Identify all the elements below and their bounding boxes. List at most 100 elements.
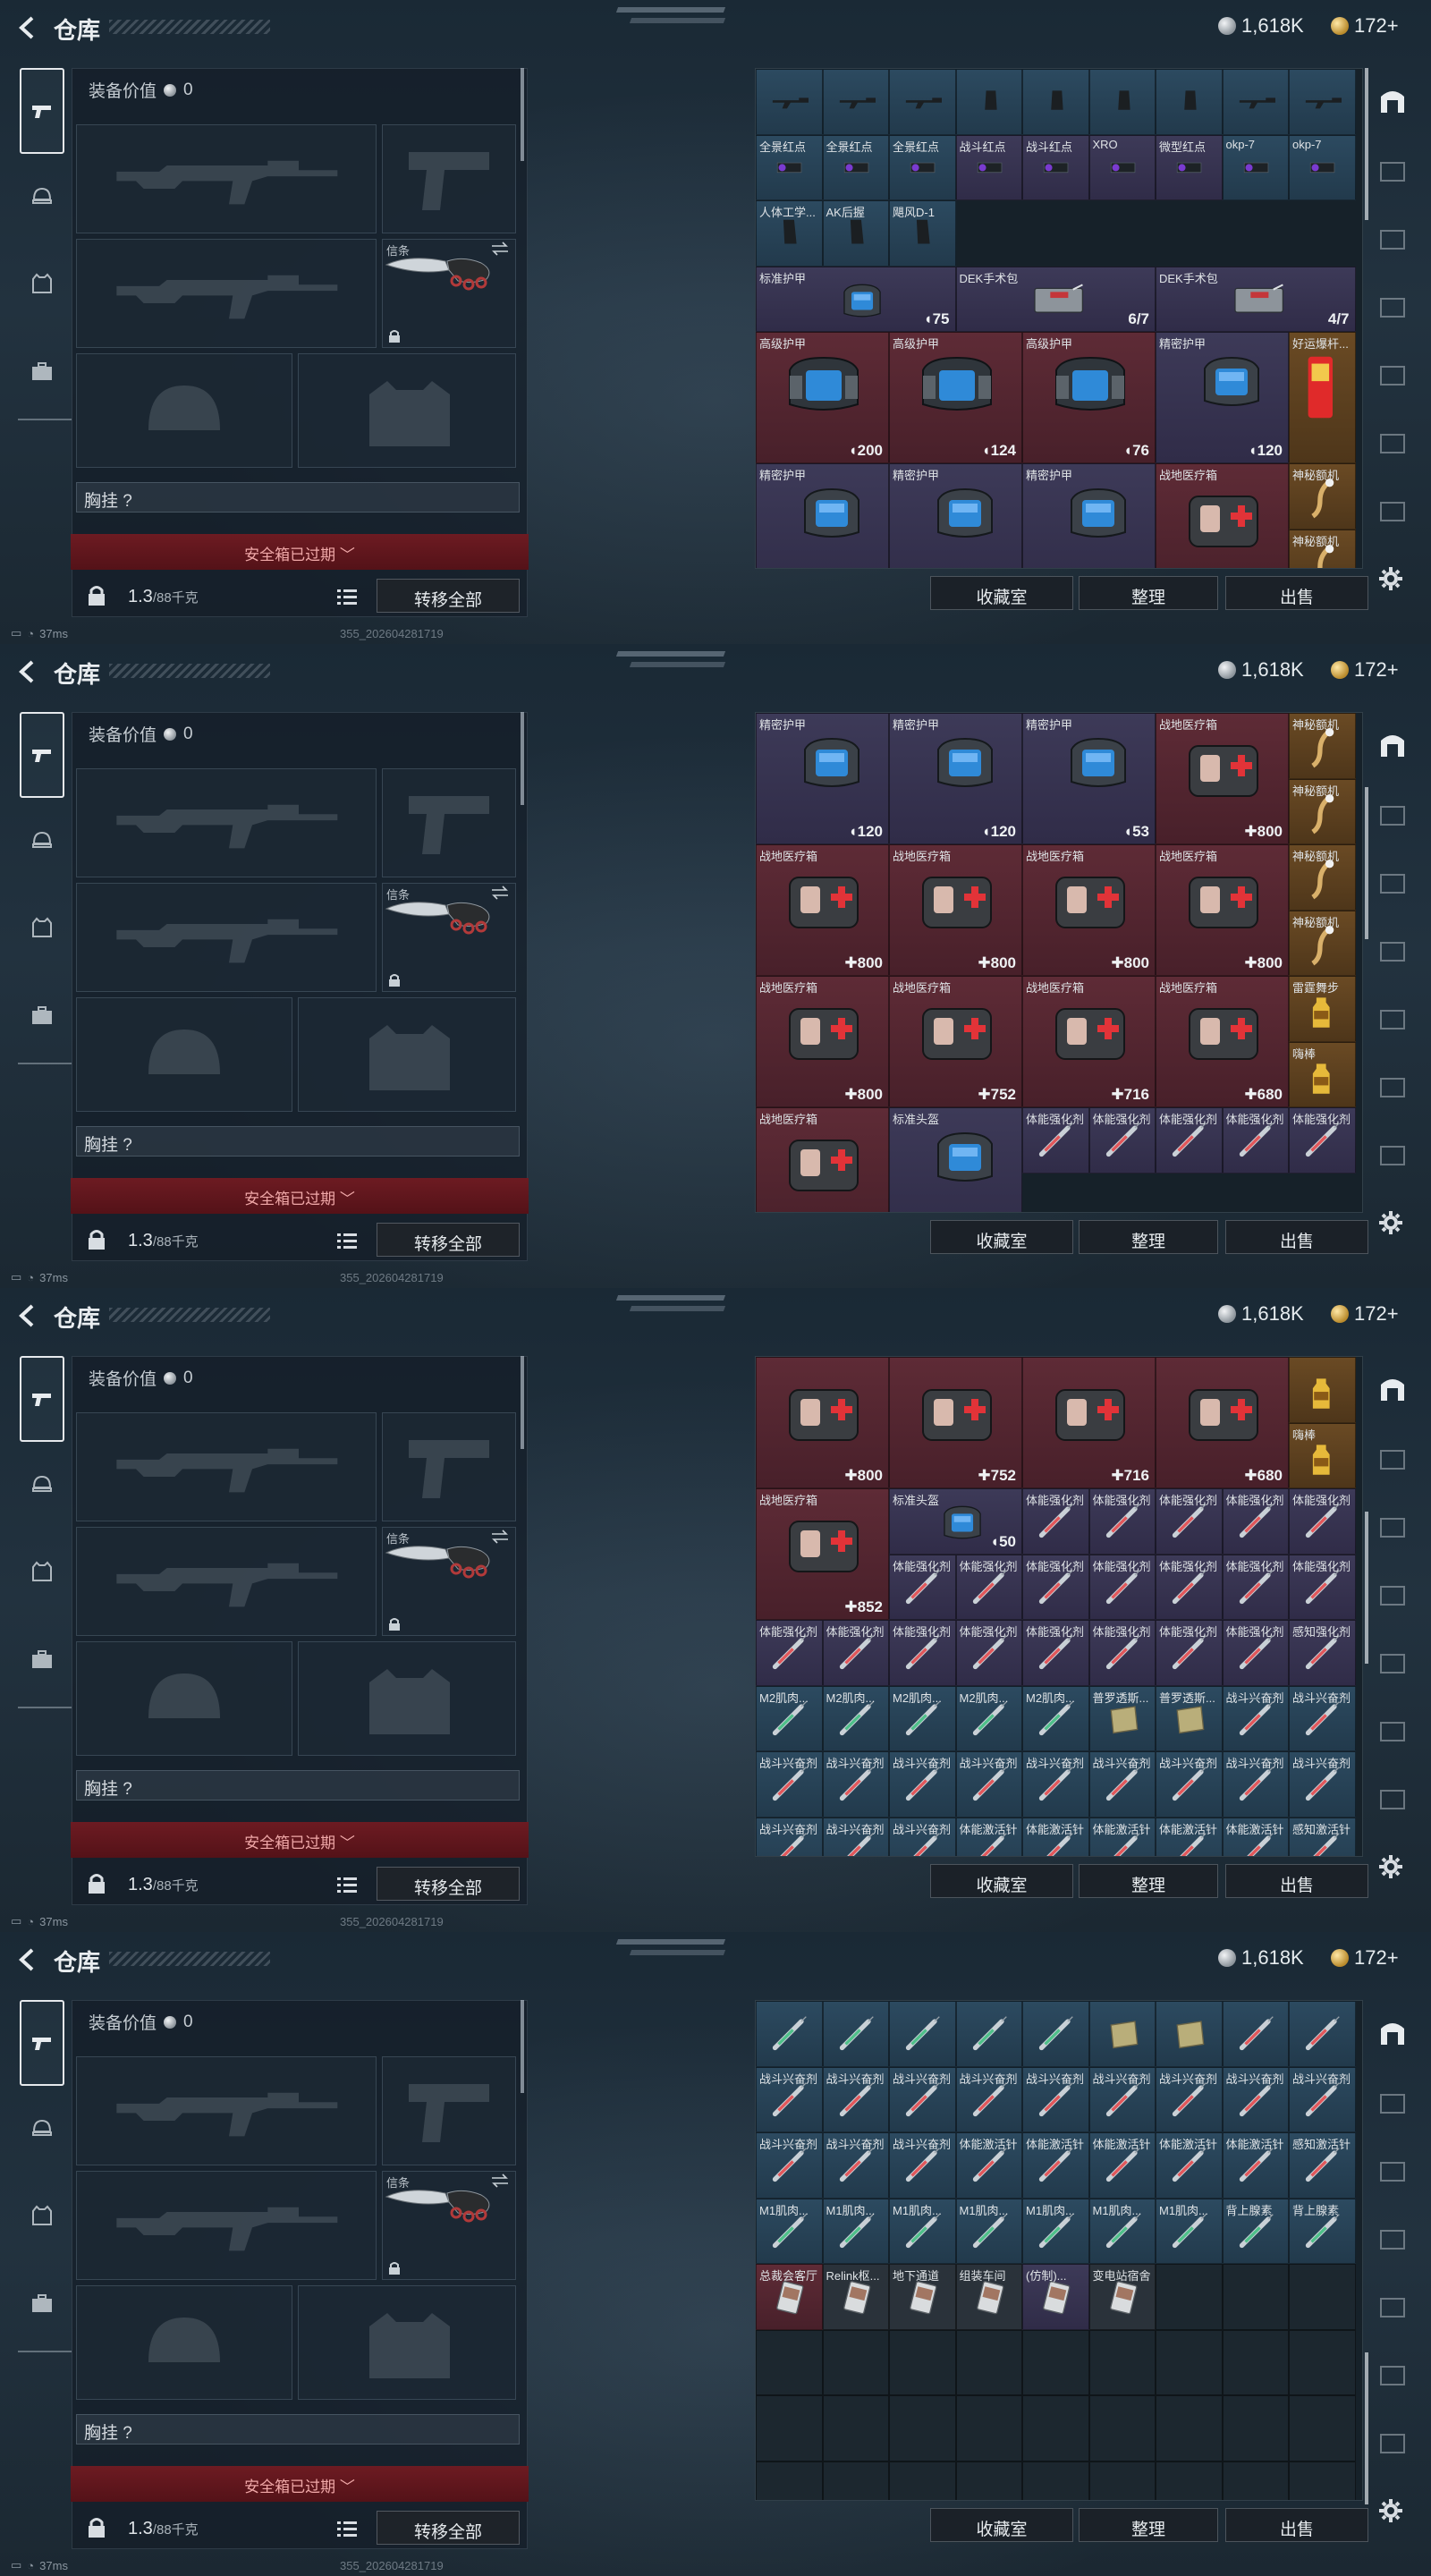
inventory-scrollbar[interactable] — [1365, 787, 1368, 939]
collection-button[interactable]: 收藏室 — [930, 576, 1073, 610]
inventory-item[interactable]: M1肌肉... — [822, 2198, 889, 2264]
primary-weapon-slot[interactable] — [76, 768, 377, 877]
empty-cell[interactable] — [1289, 2461, 1356, 2500]
crate-icon[interactable] — [1377, 1648, 1408, 1678]
empty-cell[interactable] — [889, 2461, 956, 2500]
crate-icon[interactable] — [1377, 868, 1408, 898]
inventory-item[interactable]: 神秘额机 — [1289, 713, 1356, 779]
inventory-item[interactable]: 微型红点 — [1156, 134, 1223, 200]
settings-gear-icon[interactable] — [1377, 565, 1404, 592]
list-icon[interactable] — [337, 2520, 357, 2538]
inventory-item[interactable]: 战斗兴奋剂 — [1088, 2066, 1156, 2132]
inventory-item[interactable]: 战斗兴奋剂 — [822, 1817, 889, 1856]
inventory-item[interactable]: 战斗兴奋剂 — [1022, 2066, 1089, 2132]
inventory-item[interactable]: 战斗兴奋剂 — [1156, 2066, 1223, 2132]
tab-weapons[interactable] — [20, 2000, 64, 2086]
list-icon[interactable] — [337, 1876, 357, 1894]
sort-button[interactable]: 整理 — [1079, 1864, 1218, 1898]
inventory-item[interactable]: 战斗红点 — [1022, 134, 1089, 200]
crate-icon[interactable] — [1377, 496, 1408, 526]
collection-button[interactable]: 收藏室 — [930, 1864, 1073, 1898]
inventory-item[interactable]: 战地医疗箱 ✚800 — [1022, 844, 1156, 976]
inventory-item[interactable]: 战斗兴奋剂 — [955, 1751, 1022, 1818]
empty-cell[interactable] — [1222, 2329, 1289, 2395]
inventory-item[interactable]: 体能强化剂 — [889, 1554, 956, 1620]
inventory-scrollbar[interactable] — [1365, 1512, 1368, 1664]
inventory-item[interactable] — [1222, 2001, 1289, 2067]
inventory-item[interactable]: 战斗兴奋剂 — [1222, 1685, 1289, 1751]
inventory-item[interactable]: 战斗兴奋剂 — [1022, 1751, 1089, 1818]
loadout-scrollbar[interactable] — [521, 68, 524, 161]
back-button[interactable] — [14, 1302, 41, 1329]
inventory-item[interactable]: 背上腺素 — [1289, 2198, 1356, 2264]
inventory-item[interactable]: 战地医疗箱 ✚680 — [1156, 976, 1289, 1107]
tab-helmet[interactable] — [20, 2106, 64, 2150]
empty-cell[interactable] — [1289, 2264, 1356, 2330]
chest-rig-slot[interactable]: 胸挂 ? — [76, 1770, 520, 1801]
inventory-item[interactable]: 战斗兴奋剂 — [822, 1751, 889, 1818]
inventory-item[interactable]: 体能激活针 — [1022, 2132, 1089, 2199]
inventory-item[interactable]: ✚752 — [889, 1357, 1022, 1488]
helmet-slot[interactable] — [76, 1641, 292, 1756]
inventory-item[interactable]: 人体工学... — [756, 200, 823, 267]
list-icon[interactable] — [337, 1232, 357, 1250]
sell-button[interactable]: 出售 — [1225, 2508, 1368, 2542]
inventory-item[interactable]: M1肌肉... — [955, 2198, 1022, 2264]
inventory-item[interactable]: ✚800 — [756, 1357, 889, 1488]
inventory-item[interactable]: 战斗兴奋剂 — [756, 2132, 823, 2199]
inventory-item[interactable]: 战斗兴奋剂 — [822, 2132, 889, 2199]
pistol-slot[interactable] — [382, 768, 516, 877]
inventory-item[interactable]: 战斗兴奋剂 — [1088, 1751, 1156, 1818]
storage-home-icon[interactable] — [1377, 730, 1408, 760]
inventory-item[interactable]: 精密护甲◖120 — [1156, 332, 1289, 463]
storage-home-icon[interactable] — [1377, 2018, 1408, 2048]
empty-cell[interactable] — [756, 2461, 823, 2500]
inventory-item[interactable]: M1肌肉... — [1156, 2198, 1223, 2264]
inventory-item[interactable]: 体能强化剂 — [1222, 1107, 1289, 1174]
inventory-item[interactable]: 体能激活针 — [1088, 1817, 1156, 1856]
crate-icon[interactable] — [1377, 1716, 1408, 1746]
inventory-item[interactable]: 体能强化剂 — [1222, 1488, 1289, 1555]
inventory-item[interactable]: 战斗兴奋剂 — [889, 1817, 956, 1856]
transfer-all-button[interactable]: 转移全部 — [377, 1867, 520, 1901]
inventory-item[interactable]: 精密护甲◖120 — [889, 463, 1022, 568]
inventory-item[interactable] — [955, 2001, 1022, 2067]
inventory-item[interactable]: XRO — [1088, 134, 1156, 200]
safe-box-expired-bar[interactable]: 安全箱已过期 ﹀ — [71, 534, 529, 570]
inventory-item[interactable]: 战地医疗箱 ✚800 — [756, 844, 889, 976]
inventory-item[interactable]: 战地医疗箱 ✚752 — [889, 976, 1022, 1107]
tab-backpack[interactable] — [20, 1637, 64, 1682]
inventory-item[interactable]: 全景红点 — [822, 134, 889, 200]
tab-armor[interactable] — [20, 1549, 64, 1594]
crate-icon[interactable] — [1377, 360, 1408, 390]
inventory-item[interactable]: 体能激活针 — [1156, 1817, 1223, 1856]
inventory-item[interactable]: 战地医疗箱 ✚800 — [756, 976, 889, 1107]
tab-weapons[interactable] — [20, 1356, 64, 1442]
inventory-item[interactable]: 普罗透斯... — [1156, 1685, 1223, 1751]
inventory-item[interactable] — [1088, 2001, 1156, 2067]
settings-gear-icon[interactable] — [1377, 1209, 1404, 1236]
inventory-item[interactable]: 战斗兴奋剂 — [955, 2066, 1022, 2132]
secondary-weapon-slot[interactable] — [76, 239, 377, 348]
armor-slot[interactable] — [298, 1641, 516, 1756]
chest-rig-slot[interactable]: 胸挂 ? — [76, 1126, 520, 1157]
melee-slot[interactable]: 信条 — [382, 1527, 516, 1636]
crate-icon[interactable] — [1377, 1784, 1408, 1814]
inventory-item[interactable]: 体能强化剂 — [1289, 1107, 1356, 1174]
inventory-item[interactable]: M1肌肉... — [1088, 2198, 1156, 2264]
inventory-item[interactable]: 体能强化剂 — [955, 1554, 1022, 1620]
crate-icon[interactable] — [1377, 156, 1408, 186]
inventory-item[interactable]: 全景红点 — [756, 134, 823, 200]
empty-cell[interactable] — [1156, 2329, 1223, 2395]
inventory-item[interactable]: 战斗兴奋剂 — [756, 1751, 823, 1818]
inventory-item[interactable]: 体能激活针 — [1222, 2132, 1289, 2199]
inventory-item[interactable] — [1022, 69, 1089, 135]
inventory-item[interactable]: 战斗兴奋剂 — [756, 1817, 823, 1856]
inventory-item[interactable]: 感知激活针 — [1289, 1817, 1356, 1856]
crate-icon[interactable] — [1377, 2088, 1408, 2118]
back-button[interactable] — [14, 1946, 41, 1973]
inventory-item[interactable]: 体能激活针 — [1156, 2132, 1223, 2199]
inventory-item[interactable]: 嗨棒 — [1289, 1041, 1356, 1107]
inventory-item[interactable]: AK后握 — [822, 200, 889, 267]
crate-icon[interactable] — [1377, 2292, 1408, 2322]
